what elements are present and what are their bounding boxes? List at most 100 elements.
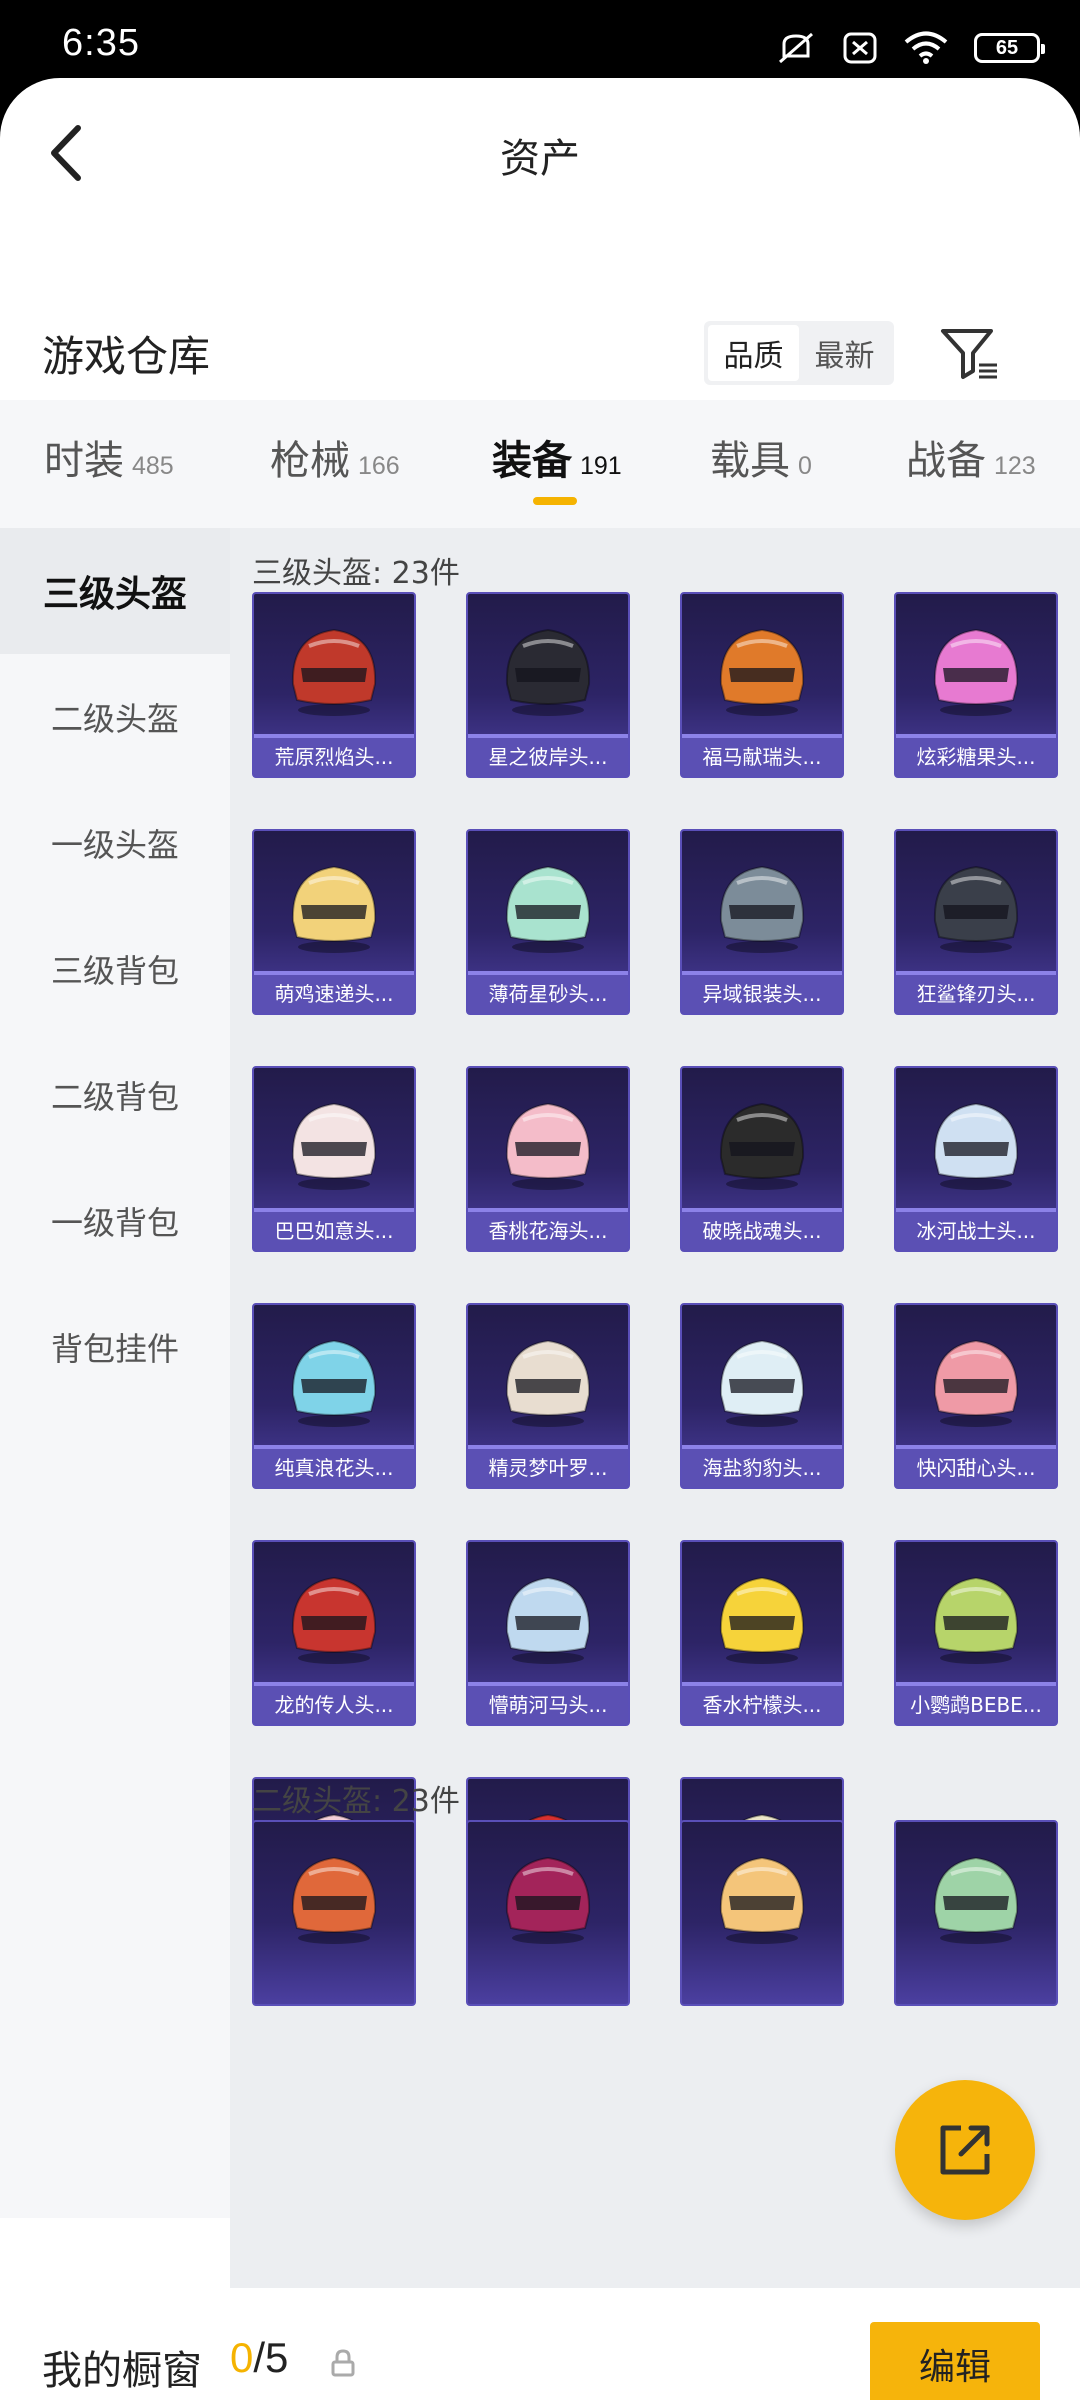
item-card[interactable]: 薄荷星砂头... xyxy=(466,829,630,1015)
tab-count: 0 xyxy=(798,452,812,480)
page-title: 资产 xyxy=(500,136,580,182)
tab-label: 时装 xyxy=(44,438,124,484)
share-external-icon xyxy=(940,2125,990,2175)
item-image xyxy=(254,831,414,976)
item-card[interactable] xyxy=(894,1820,1058,2006)
group-title: 三级头盔: 23件 xyxy=(252,556,460,591)
helmet-icon xyxy=(719,865,805,953)
tab-combat-gear[interactable]: 战备 123 xyxy=(906,428,1036,486)
item-card[interactable]: 香桃花海头... xyxy=(466,1066,630,1252)
helmet-icon xyxy=(933,865,1019,953)
item-name: 破晓战魂头... xyxy=(682,1212,842,1250)
group-title: 二级头盔: 23件 xyxy=(252,1784,460,1819)
item-card[interactable]: 小鹦鹉BEBE... xyxy=(894,1540,1058,1726)
helmet-icon xyxy=(291,1856,377,1944)
showcase-count: 0/5 xyxy=(230,2334,288,2382)
subcategory-sidebar: 三级头盔 二级头盔 一级头盔 三级背包 二级背包 一级背包 背包挂件 xyxy=(0,528,230,2218)
item-card[interactable]: 懵萌河马头... xyxy=(466,1540,630,1726)
showcase-total: /5 xyxy=(253,2334,289,2381)
item-card[interactable]: 狂鲨锋刃头... xyxy=(894,829,1058,1015)
tab-vehicles[interactable]: 载具 0 xyxy=(710,428,812,486)
item-image xyxy=(468,1068,628,1213)
tab-equipment[interactable]: 装备 191 xyxy=(492,428,622,486)
helmet-icon xyxy=(505,1576,591,1664)
sidebar-item-lvl3-backpack[interactable]: 三级背包 xyxy=(0,906,230,1032)
filter-button[interactable] xyxy=(935,323,1005,383)
helmet-icon xyxy=(505,628,591,716)
item-name: 薄荷星砂头... xyxy=(468,975,628,1013)
sort-quality[interactable]: 品质 xyxy=(708,325,799,381)
item-name: 快闪甜心头... xyxy=(896,1449,1056,1487)
category-tabs: 时装 485 枪械 166 装备 191 载具 0 战备 123 xyxy=(0,400,1080,528)
helmet-icon xyxy=(719,1856,805,1944)
helmet-icon xyxy=(505,865,591,953)
item-card[interactable] xyxy=(466,1820,630,2006)
item-card[interactable]: 精灵梦叶罗... xyxy=(466,1303,630,1489)
item-card[interactable]: 荒原烈焰头... xyxy=(252,592,416,778)
tab-count: 123 xyxy=(994,452,1036,480)
item-card[interactable]: 龙的传人头... xyxy=(252,1540,416,1726)
helmet-icon xyxy=(719,1339,805,1427)
tab-fashion[interactable]: 时装 485 xyxy=(44,428,174,486)
helmet-icon xyxy=(933,1339,1019,1427)
item-name: 狂鲨锋刃头... xyxy=(896,975,1056,1013)
edit-button[interactable]: 编辑 xyxy=(870,2322,1040,2400)
item-card[interactable]: 快闪甜心头... xyxy=(894,1303,1058,1489)
helmet-icon xyxy=(505,1102,591,1190)
tab-guns[interactable]: 枪械 166 xyxy=(270,428,400,486)
share-fab-button[interactable] xyxy=(895,2080,1035,2220)
item-name: 巴巴如意头... xyxy=(254,1212,414,1250)
item-name: 冰河战士头... xyxy=(896,1212,1056,1250)
item-card[interactable]: 纯真浪花头... xyxy=(252,1303,416,1489)
item-name: 海盐豹豹头... xyxy=(682,1449,842,1487)
filter-icon xyxy=(941,329,997,379)
item-image xyxy=(468,1542,628,1687)
lock-icon xyxy=(331,2349,355,2377)
item-card[interactable]: 炫彩糖果头... xyxy=(894,592,1058,778)
item-card[interactable]: 冰河战士头... xyxy=(894,1066,1058,1252)
helmet-icon xyxy=(933,1856,1019,1944)
item-image xyxy=(254,594,414,739)
sort-newest[interactable]: 最新 xyxy=(799,325,890,381)
mute-icon xyxy=(779,32,813,64)
item-card[interactable] xyxy=(680,1820,844,2006)
tab-label: 装备 xyxy=(492,438,572,484)
item-name: 福马献瑞头... xyxy=(682,738,842,776)
item-name: 星之彼岸头... xyxy=(468,738,628,776)
item-image xyxy=(682,1305,842,1450)
helmet-icon xyxy=(291,1339,377,1427)
item-card[interactable]: 破晓战魂头... xyxy=(680,1066,844,1252)
item-card[interactable]: 香水柠檬头... xyxy=(680,1540,844,1726)
section-title: 游戏仓库 xyxy=(42,332,211,381)
sidebar-item-lvl2-helmet[interactable]: 二级头盔 xyxy=(0,654,230,780)
helmet-icon xyxy=(719,1576,805,1664)
item-image xyxy=(682,1068,842,1213)
item-name: 炫彩糖果头... xyxy=(896,738,1056,776)
sidebar-item-lvl1-backpack[interactable]: 一级背包 xyxy=(0,1158,230,1284)
tab-count: 485 xyxy=(132,452,174,480)
helmet-icon xyxy=(505,1856,591,1944)
item-name: 龙的传人头... xyxy=(254,1686,414,1724)
item-card[interactable]: 星之彼岸头... xyxy=(466,592,630,778)
item-name: 香水柠檬头... xyxy=(682,1686,842,1724)
item-card[interactable]: 巴巴如意头... xyxy=(252,1066,416,1252)
item-card[interactable]: 福马献瑞头... xyxy=(680,592,844,778)
item-image xyxy=(896,1542,1056,1687)
item-image xyxy=(682,1542,842,1687)
sidebar-item-lvl2-backpack[interactable]: 二级背包 xyxy=(0,1032,230,1158)
item-name: 小鹦鹉BEBE... xyxy=(896,1686,1056,1724)
sidebar-item-backpack-charm[interactable]: 背包挂件 xyxy=(0,1284,230,1410)
helmet-icon xyxy=(933,1102,1019,1190)
status-bar: 6:35 65 xyxy=(0,0,1080,80)
status-time: 6:35 xyxy=(62,22,140,64)
item-image xyxy=(468,831,628,976)
assets-sheet: 资产 游戏仓库 品质 最新 时装 485 枪械 166 装备 191 载具 0 … xyxy=(0,78,1080,2400)
item-card[interactable]: 异域银装头... xyxy=(680,829,844,1015)
item-card[interactable] xyxy=(252,1820,416,2006)
sidebar-item-lvl1-helmet[interactable]: 一级头盔 xyxy=(0,780,230,906)
sidebar-item-lvl3-helmet[interactable]: 三级头盔 xyxy=(0,528,230,654)
item-name: 纯真浪花头... xyxy=(254,1449,414,1487)
item-card[interactable]: 萌鸡速递头... xyxy=(252,829,416,1015)
item-image xyxy=(254,1822,414,1967)
item-card[interactable]: 海盐豹豹头... xyxy=(680,1303,844,1489)
